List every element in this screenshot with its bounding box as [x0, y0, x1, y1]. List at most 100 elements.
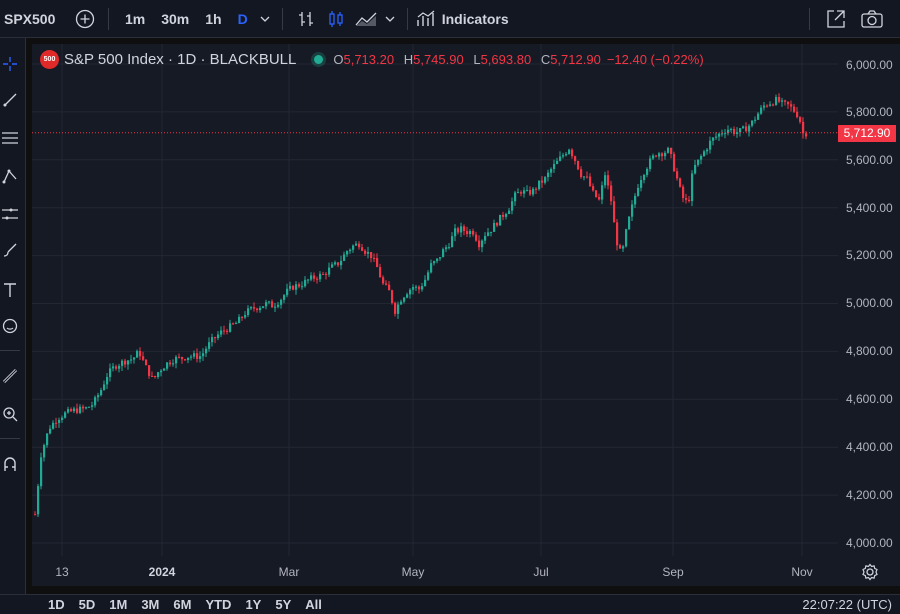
time-axis-label: Jul	[533, 565, 549, 579]
range-1y-button[interactable]: 1Y	[245, 597, 261, 612]
candle-body	[430, 263, 433, 273]
candle-body	[217, 334, 220, 339]
candle-body	[763, 105, 766, 108]
candle-body	[361, 247, 364, 251]
candle-body	[634, 195, 637, 205]
price-axis-label: 4,600.00	[846, 392, 893, 406]
candle-body	[220, 330, 223, 335]
close-key: C	[540, 51, 551, 67]
candle-body	[265, 302, 268, 307]
candle-body	[742, 126, 745, 129]
candle-body	[418, 286, 421, 290]
candle-body	[373, 257, 376, 259]
candle-body	[151, 375, 154, 377]
candle-body	[154, 375, 157, 377]
price-axis-label: 4,400.00	[846, 440, 893, 454]
symbol-logo: 500	[40, 49, 59, 69]
symbol-title[interactable]: S&P 500 Index · 1D · BLACKBULL	[64, 51, 296, 68]
candle-body	[706, 149, 709, 152]
candle-body	[394, 302, 397, 314]
range-ytd-button[interactable]: YTD	[205, 597, 231, 612]
candle-body	[505, 214, 508, 217]
candle-body	[517, 192, 520, 194]
candle-body	[298, 284, 301, 287]
candle-body	[130, 359, 133, 361]
candle-body	[799, 117, 802, 122]
range-3m-button[interactable]: 3M	[141, 597, 159, 612]
candle-body	[604, 175, 607, 186]
candle-body	[79, 406, 82, 413]
candle-body	[655, 155, 658, 157]
candle-body	[289, 285, 292, 289]
candle-body	[490, 231, 493, 233]
candle-body	[328, 267, 331, 275]
candle-body	[202, 353, 205, 357]
candle-body	[508, 210, 511, 215]
range-1d-button[interactable]: 1D	[48, 597, 65, 612]
candle-body	[640, 179, 643, 188]
gear-icon[interactable]	[860, 562, 880, 582]
candle-body	[340, 260, 343, 266]
range-5y-button[interactable]: 5Y	[275, 597, 291, 612]
candle-body	[631, 204, 634, 217]
candle-body	[136, 350, 139, 358]
candle-body	[619, 245, 622, 249]
candle-body	[148, 365, 151, 376]
chart-legend: 500 S&P 500 Index · 1D · BLACKBULL O5,71…	[40, 49, 704, 69]
time-axis-label: Mar	[278, 565, 300, 579]
candle-body	[160, 370, 163, 373]
candle-body	[346, 251, 349, 255]
candle-body	[784, 100, 787, 102]
candle-body	[196, 353, 199, 359]
candle-body	[61, 417, 64, 420]
candle-body	[577, 160, 580, 170]
candle-body	[691, 173, 694, 202]
last-price-label: 5,712.90	[838, 125, 896, 142]
candle-body	[70, 409, 73, 412]
candle-body	[769, 104, 772, 106]
price-axis-label: 4,800.00	[846, 344, 893, 358]
candle-body	[67, 409, 70, 413]
market-status-dot[interactable]	[314, 54, 324, 64]
candle-body	[325, 273, 328, 275]
candle-body	[244, 314, 247, 318]
candle-body	[400, 301, 403, 305]
candle-body	[583, 176, 586, 178]
low-value: 5,693.80	[480, 51, 532, 67]
candle-body	[85, 407, 88, 409]
candle-body	[547, 172, 550, 178]
range-5d-button[interactable]: 5D	[79, 597, 96, 612]
candle-body	[391, 290, 394, 303]
range-6m-button[interactable]: 6M	[173, 597, 191, 612]
candle-body	[436, 258, 439, 262]
candle-body	[532, 188, 535, 195]
candle-body	[454, 228, 457, 237]
price-chart[interactable]	[0, 0, 900, 614]
candle-body	[295, 284, 298, 290]
open-key: O	[333, 51, 344, 67]
candle-body	[694, 164, 697, 174]
candle-body	[199, 356, 202, 359]
range-1m-button[interactable]: 1M	[109, 597, 127, 612]
candle-body	[385, 283, 388, 285]
candle-body	[286, 288, 289, 296]
candle-body	[235, 323, 238, 325]
candle-body	[37, 486, 40, 515]
candle-body	[88, 406, 91, 408]
price-axis-label: 5,000.00	[846, 296, 893, 310]
candle-body	[424, 279, 427, 287]
candle-body	[502, 214, 505, 217]
candle-body	[331, 264, 334, 268]
clock[interactable]: 22:07:22 (UTC)	[802, 597, 892, 612]
candle-body	[607, 175, 610, 186]
price-axis-label: 5,800.00	[846, 105, 893, 119]
candle-body	[805, 133, 808, 137]
ohlc-values: O5,713.20 H5,745.90 L5,693.80 C5,712.90	[333, 52, 600, 67]
candle-body	[91, 405, 94, 407]
time-axis-label: Sep	[662, 565, 684, 579]
candle-body	[115, 366, 118, 369]
candle-body	[427, 272, 430, 280]
candle-body	[319, 273, 322, 280]
candle-body	[118, 365, 121, 369]
range-all-button[interactable]: All	[305, 597, 322, 612]
